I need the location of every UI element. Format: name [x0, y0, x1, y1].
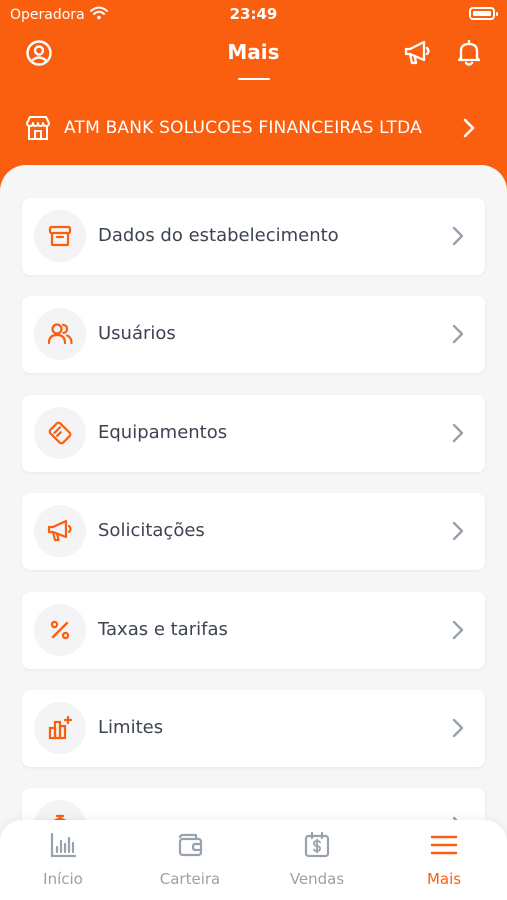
menu-item-label: Taxas e tarifas	[98, 619, 228, 640]
menu-item-label: Dados do estabelecimento	[98, 225, 339, 246]
menu-item-solicitacoes[interactable]: Solicitações	[22, 493, 485, 570]
menu-item-label: Usuários	[98, 323, 176, 344]
chevron-right-icon	[451, 520, 465, 542]
menu-sheet: Dados do estabelecimento Usuários Equipa…	[0, 165, 507, 900]
header: Mais	[0, 28, 507, 88]
menu-item-usuarios[interactable]: Usuários	[22, 296, 485, 373]
chevron-right-icon	[459, 116, 479, 140]
chevron-right-icon	[451, 619, 465, 641]
tab-label: Vendas	[289, 870, 345, 888]
percent-icon	[34, 604, 86, 656]
menu-item-equipamentos[interactable]: Equipamentos	[22, 395, 485, 472]
tab-label: Início	[43, 870, 83, 888]
menu-item-limites[interactable]: Limites	[22, 690, 485, 767]
tab-carteira[interactable]: Carteira	[135, 830, 245, 892]
megaphone-icon[interactable]	[402, 38, 432, 68]
title-underline	[238, 78, 270, 80]
menu-icon	[430, 835, 458, 855]
archive-box-icon	[34, 210, 86, 262]
notification-bell-icon[interactable]	[454, 38, 484, 68]
tab-mais[interactable]: Mais	[389, 830, 499, 892]
store-icon	[24, 114, 52, 142]
chart-plus-icon	[34, 702, 86, 754]
menu-item-taxas-tarifas[interactable]: Taxas e tarifas	[22, 592, 485, 669]
chevron-right-icon	[451, 323, 465, 345]
merchant-name: ATM BANK SOLUCOES FINANCEIRAS LTDA	[64, 118, 422, 138]
menu-item-dados-estabelecimento[interactable]: Dados do estabelecimento	[22, 198, 485, 275]
wallet-icon	[178, 833, 203, 857]
megaphone-icon	[34, 505, 86, 557]
users-icon	[34, 308, 86, 360]
tab-vendas[interactable]: Vendas	[262, 830, 372, 892]
merchant-selector[interactable]: ATM BANK SOLUCOES FINANCEIRAS LTDA	[0, 106, 507, 150]
card-machine-icon	[34, 407, 86, 459]
chevron-right-icon	[451, 717, 465, 739]
battery-icon	[469, 7, 498, 20]
tab-label: Mais	[426, 870, 462, 888]
chevron-right-icon	[451, 225, 465, 247]
status-bar: Operadora 23:49	[0, 0, 507, 28]
menu-item-label: Limites	[98, 717, 164, 738]
tab-bar: Início Carteira Vendas Mais	[0, 820, 507, 900]
chevron-right-icon	[451, 422, 465, 444]
menu-item-label: Solicitações	[98, 520, 205, 541]
calendar-dollar-icon	[304, 831, 330, 858]
tab-inicio[interactable]: Início	[8, 830, 118, 892]
menu-item-label: Equipamentos	[98, 422, 228, 443]
tab-label: Carteira	[159, 870, 221, 888]
bar-chart-icon	[50, 832, 77, 858]
status-time: 23:49	[229, 5, 278, 23]
